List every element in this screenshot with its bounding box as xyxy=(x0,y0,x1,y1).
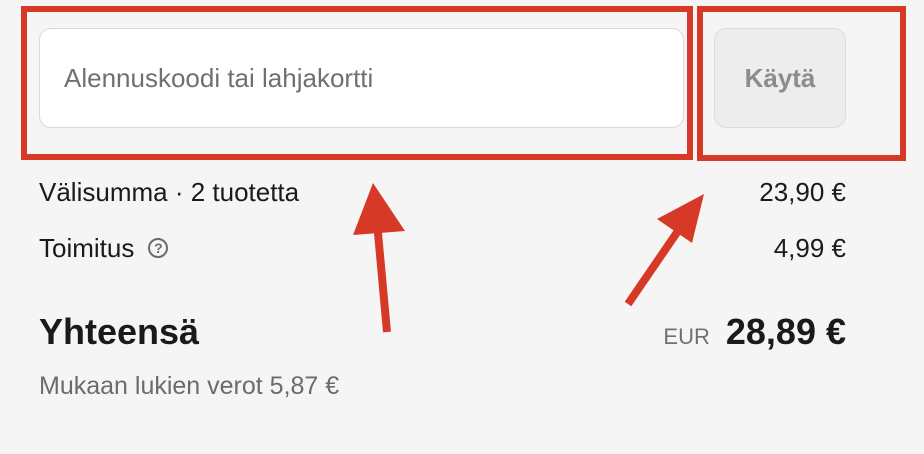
question-circle-icon[interactable]: ? xyxy=(148,238,169,258)
total-label: Yhteensä xyxy=(39,311,200,352)
tax-note: Mukaan lukien verot 5,87 € xyxy=(39,372,340,400)
shipping-value: 4,99 € xyxy=(773,233,846,263)
total-value: 28,89 € xyxy=(725,311,846,352)
total-amount: EUR 28,89 € xyxy=(663,311,846,353)
subtotal-label: Välisumma · 2 tuotetta xyxy=(39,177,300,207)
arrow-to-apply-button xyxy=(624,194,704,307)
currency-code: EUR xyxy=(663,324,710,349)
apply-discount-button[interactable]: Käytä xyxy=(714,28,846,128)
subtotal-value: 23,90 € xyxy=(759,177,846,207)
shipping-row-label: Toimitus ? xyxy=(39,233,169,263)
discount-code-input[interactable] xyxy=(39,28,684,128)
arrow-to-input xyxy=(353,183,405,333)
discount-code-section: Käytä xyxy=(0,0,924,160)
shipping-label: Toimitus xyxy=(39,233,135,263)
